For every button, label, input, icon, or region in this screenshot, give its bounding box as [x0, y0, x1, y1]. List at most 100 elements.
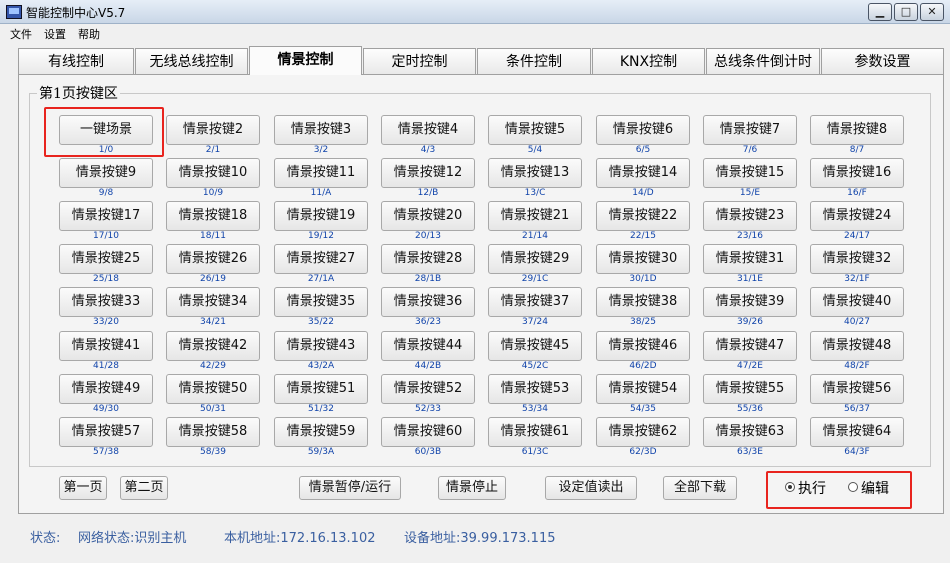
menu-settings[interactable]: 设置 [44, 26, 66, 42]
scene-button-12[interactable]: 情景按键12 [381, 158, 475, 188]
scene-button-4[interactable]: 情景按键4 [381, 115, 475, 145]
scene-button-61[interactable]: 情景按键61 [488, 417, 582, 447]
page2-button[interactable]: 第二页 [120, 476, 168, 500]
scene-address-4: 4/3 [420, 145, 436, 155]
scene-button-35[interactable]: 情景按键35 [274, 287, 368, 317]
page1-button[interactable]: 第一页 [59, 476, 107, 500]
scene-button-45[interactable]: 情景按键45 [488, 331, 582, 361]
scene-button-57[interactable]: 情景按键57 [59, 417, 153, 447]
scene-address-62: 62/3D [629, 447, 657, 457]
execute-label[interactable]: 执行 [798, 478, 826, 498]
scene-button-23[interactable]: 情景按键23 [703, 201, 797, 231]
scene-button-32[interactable]: 情景按键32 [810, 244, 904, 274]
scene-address-32: 32/1F [844, 274, 870, 284]
scene-button-17[interactable]: 情景按键17 [59, 201, 153, 231]
scene-button-24[interactable]: 情景按键24 [810, 201, 904, 231]
edit-radio[interactable] [848, 482, 858, 492]
scene-address-22: 22/15 [630, 231, 656, 241]
tab-timer[interactable]: 定时控制 [363, 48, 476, 74]
scene-button-53[interactable]: 情景按键53 [488, 374, 582, 404]
scene-button-26[interactable]: 情景按键26 [166, 244, 260, 274]
scene-button-54[interactable]: 情景按键54 [596, 374, 690, 404]
scene-button-42[interactable]: 情景按键42 [166, 331, 260, 361]
download-all-button[interactable]: 全部下载 [663, 476, 737, 500]
scene-button-31[interactable]: 情景按键31 [703, 244, 797, 274]
scene-button-13[interactable]: 情景按键13 [488, 158, 582, 188]
scene-button-59[interactable]: 情景按键59 [274, 417, 368, 447]
scene-button-63[interactable]: 情景按键63 [703, 417, 797, 447]
menu-file[interactable]: 文件 [10, 26, 32, 42]
tab-params[interactable]: 参数设置 [821, 48, 944, 74]
scene-button-36[interactable]: 情景按键36 [381, 287, 475, 317]
minimize-icon[interactable]: ▁ [868, 3, 892, 21]
scene-button-43[interactable]: 情景按键43 [274, 331, 368, 361]
scene-button-60[interactable]: 情景按键60 [381, 417, 475, 447]
scene-button-52[interactable]: 情景按键52 [381, 374, 475, 404]
scene-button-5[interactable]: 情景按键5 [488, 115, 582, 145]
scene-button-58[interactable]: 情景按键58 [166, 417, 260, 447]
scene-button-6[interactable]: 情景按键6 [596, 115, 690, 145]
scene-button-56[interactable]: 情景按键56 [810, 374, 904, 404]
tab-bus-countdown[interactable]: 总线条件倒计时 [706, 48, 820, 74]
scene-button-27[interactable]: 情景按键27 [274, 244, 368, 274]
scene-button-33[interactable]: 情景按键33 [59, 287, 153, 317]
scene-button-39[interactable]: 情景按键39 [703, 287, 797, 317]
scene-button-8[interactable]: 情景按键8 [810, 115, 904, 145]
highlight-first-button [44, 107, 164, 157]
scene-button-15[interactable]: 情景按键15 [703, 158, 797, 188]
scene-button-25[interactable]: 情景按键25 [59, 244, 153, 274]
scene-button-20[interactable]: 情景按键20 [381, 201, 475, 231]
scene-button-21[interactable]: 情景按键21 [488, 201, 582, 231]
scene-button-62[interactable]: 情景按键62 [596, 417, 690, 447]
tab-knx[interactable]: KNX控制 [592, 48, 705, 74]
scene-button-48[interactable]: 情景按键48 [810, 331, 904, 361]
scene-button-18[interactable]: 情景按键18 [166, 201, 260, 231]
scene-address-60: 60/3B [414, 447, 442, 457]
scene-button-34[interactable]: 情景按键34 [166, 287, 260, 317]
scene-button-51[interactable]: 情景按键51 [274, 374, 368, 404]
scene-address-41: 41/28 [93, 361, 119, 371]
stop-button[interactable]: 情景停止 [438, 476, 506, 500]
scene-button-7[interactable]: 情景按键7 [703, 115, 797, 145]
scene-button-19[interactable]: 情景按键19 [274, 201, 368, 231]
maximize-icon[interactable]: □ [894, 3, 918, 21]
scene-button-40[interactable]: 情景按键40 [810, 287, 904, 317]
tab-wired[interactable]: 有线控制 [18, 48, 134, 74]
scene-button-46[interactable]: 情景按键46 [596, 331, 690, 361]
tab-condition[interactable]: 条件控制 [477, 48, 591, 74]
scene-button-16[interactable]: 情景按键16 [810, 158, 904, 188]
scene-button-9[interactable]: 情景按键9 [59, 158, 153, 188]
scene-button-47[interactable]: 情景按键47 [703, 331, 797, 361]
scene-address-53: 53/34 [522, 404, 548, 414]
pause-run-button[interactable]: 情景暂停/运行 [299, 476, 401, 500]
scene-address-45: 45/2C [521, 361, 549, 371]
scene-address-59: 59/3A [307, 447, 335, 457]
scene-button-30[interactable]: 情景按键30 [596, 244, 690, 274]
close-icon[interactable]: ✕ [920, 3, 944, 21]
scene-button-2[interactable]: 情景按键2 [166, 115, 260, 145]
scene-button-37[interactable]: 情景按键37 [488, 287, 582, 317]
scene-address-20: 20/13 [415, 231, 441, 241]
scene-button-22[interactable]: 情景按键22 [596, 201, 690, 231]
scene-button-3[interactable]: 情景按键3 [274, 115, 368, 145]
scene-button-10[interactable]: 情景按键10 [166, 158, 260, 188]
scene-button-64[interactable]: 情景按键64 [810, 417, 904, 447]
execute-radio[interactable] [785, 482, 795, 492]
scene-button-28[interactable]: 情景按键28 [381, 244, 475, 274]
read-values-button[interactable]: 设定值读出 [545, 476, 637, 500]
scene-button-41[interactable]: 情景按键41 [59, 331, 153, 361]
scene-button-55[interactable]: 情景按键55 [703, 374, 797, 404]
scene-button-44[interactable]: 情景按键44 [381, 331, 475, 361]
scene-button-14[interactable]: 情景按键14 [596, 158, 690, 188]
scene-button-50[interactable]: 情景按键50 [166, 374, 260, 404]
menu-help[interactable]: 帮助 [78, 26, 100, 42]
tab-wireless-bus[interactable]: 无线总线控制 [135, 48, 248, 74]
scene-button-29[interactable]: 情景按键29 [488, 244, 582, 274]
scene-button-49[interactable]: 情景按键49 [59, 374, 153, 404]
local-address: 本机地址:172.16.13.102 [224, 531, 376, 546]
edit-label[interactable]: 编辑 [861, 478, 889, 498]
scene-address-51: 51/32 [308, 404, 334, 414]
tab-scene[interactable]: 情景控制 [249, 46, 362, 75]
scene-button-38[interactable]: 情景按键38 [596, 287, 690, 317]
scene-button-11[interactable]: 情景按键11 [274, 158, 368, 188]
